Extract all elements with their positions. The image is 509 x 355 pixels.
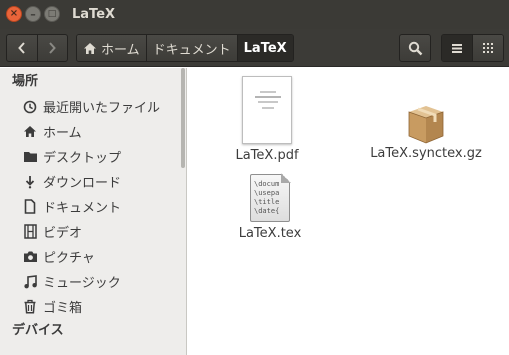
breadcrumb-home[interactable]: ホーム [77,35,146,61]
pdf-thumbnail [242,76,292,144]
sidebar-item-label: ゴミ箱 [43,301,83,316]
music-icon [22,274,38,290]
list-view-button[interactable] [442,35,473,61]
text-file-icon: \docum \usepa \title \date{ [250,173,291,222]
window-title: LaTeX [72,7,116,22]
forward-button[interactable] [36,35,67,61]
download-icon [22,174,38,190]
sidebar-item-label: ダウンロード [43,176,122,191]
folder-icon [22,149,38,165]
sidebar-header-devices: デバイス [12,323,64,338]
breadcrumb-label: LaTeX [243,40,287,56]
sidebar: 場所 最近開いたファイル ホーム デスクトップ ダウンロード ドキュメント ビデ… [0,68,187,355]
breadcrumb-label: ホーム [101,42,140,58]
clock-icon [22,99,38,115]
breadcrumb-documents[interactable]: ドキュメント [145,35,237,61]
minimize-icon: – [30,7,36,21]
sidebar-item-recent[interactable]: 最近開いたファイル [0,94,186,119]
document-icon [22,199,38,215]
breadcrumb-latex[interactable]: LaTeX [236,35,293,61]
sidebar-item-label: ホーム [43,126,82,141]
file-item-pdf[interactable]: LaTeX.pdf [224,76,310,163]
trash-icon [22,299,38,315]
film-icon [22,224,38,240]
sidebar-scrollbar[interactable] [181,68,185,168]
search-button[interactable] [399,34,431,62]
sidebar-item-label: ピクチャ [43,251,95,266]
close-icon: × [9,8,19,19]
home-icon [22,124,38,140]
search-icon [408,41,422,55]
chevron-left-icon [18,42,25,54]
sidebar-item-downloads[interactable]: ダウンロード [0,169,186,194]
sidebar-item-videos[interactable]: ビデオ [0,219,186,244]
minimize-window-button[interactable]: – [25,6,41,22]
sidebar-item-label: ミュージック [43,276,121,291]
file-name: LaTeX.synctex.gz [370,146,482,161]
close-window-button[interactable]: × [6,6,22,22]
navigation-buttons [6,34,68,62]
sidebar-item-pictures[interactable]: ピクチャ [0,244,186,269]
sidebar-item-label: ビデオ [43,226,83,241]
sidebar-item-documents[interactable]: ドキュメント [0,194,186,219]
file-view: LaTeX.pdf LaTeX.synctex.gz \docum \usepa… [188,68,509,355]
grid-view-icon [483,43,494,53]
sidebar-item-music[interactable]: ミュージック [0,269,186,294]
sidebar-item-trash[interactable]: ゴミ箱 [0,294,186,319]
sidebar-item-label: ドキュメント [43,201,122,216]
breadcrumb-label: ドキュメント [152,42,231,58]
sidebar-item-desktop[interactable]: デスクトップ [0,144,186,169]
home-icon [84,42,96,54]
maximize-icon: □ [47,8,57,19]
file-preview: \docum \usepa \title \date{ [254,180,280,215]
sidebar-header-places: 場所 [12,74,39,89]
sidebar-item-label: 最近開いたファイル [43,101,161,116]
toolbar: ホーム ドキュメント LaTeX [0,29,509,67]
back-button[interactable] [7,35,37,61]
view-switcher [441,34,504,62]
file-name: LaTeX.pdf [235,148,299,163]
list-view-icon [452,43,463,53]
camera-icon [22,249,38,265]
breadcrumb: ホーム ドキュメント LaTeX [76,34,294,62]
sidebar-item-home[interactable]: ホーム [0,119,186,144]
grid-view-button[interactable] [472,35,503,61]
title-bar: × – □ LaTeX [0,0,509,29]
chevron-right-icon [49,42,57,54]
sidebar-item-label: デスクトップ [43,151,122,166]
file-name: LaTeX.tex [238,226,302,241]
package-icon [408,106,444,144]
maximize-window-button[interactable]: □ [44,6,60,22]
file-item-synctex[interactable]: LaTeX.synctex.gz [365,100,487,161]
file-item-tex[interactable]: \docum \usepa \title \date{ LaTeX.tex [229,173,311,241]
